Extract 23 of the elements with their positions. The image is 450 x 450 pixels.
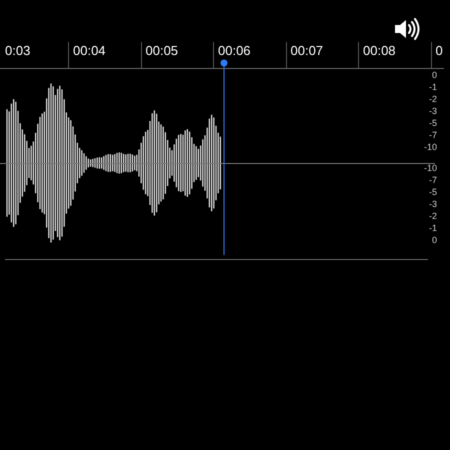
level-label: -3 bbox=[428, 198, 437, 210]
level-label: -1 bbox=[428, 81, 437, 93]
level-label: 0 bbox=[432, 69, 437, 81]
time-label: 00:07 bbox=[290, 42, 324, 60]
time-label: 0 bbox=[436, 42, 443, 60]
playhead[interactable] bbox=[220, 59, 228, 255]
level-label: -5 bbox=[428, 186, 437, 198]
level-label: -10 bbox=[424, 141, 437, 153]
time-label: 00:05 bbox=[146, 42, 178, 60]
time-label: 00:08 bbox=[363, 42, 396, 60]
level-label: 0 bbox=[432, 234, 437, 246]
time-label: 00:04 bbox=[73, 42, 106, 60]
level-label: -7 bbox=[428, 174, 437, 186]
level-label: -7 bbox=[428, 129, 437, 141]
level-label: -2 bbox=[428, 210, 437, 222]
time-label: 00:06 bbox=[218, 42, 251, 60]
level-label: -10 bbox=[424, 162, 437, 174]
level-label: -1 bbox=[428, 222, 437, 234]
level-label: -3 bbox=[428, 105, 437, 117]
level-label: -5 bbox=[428, 117, 437, 129]
speaker-icon[interactable] bbox=[393, 18, 421, 40]
time-label: 0:03 bbox=[5, 42, 30, 60]
level-label: -2 bbox=[428, 93, 437, 105]
